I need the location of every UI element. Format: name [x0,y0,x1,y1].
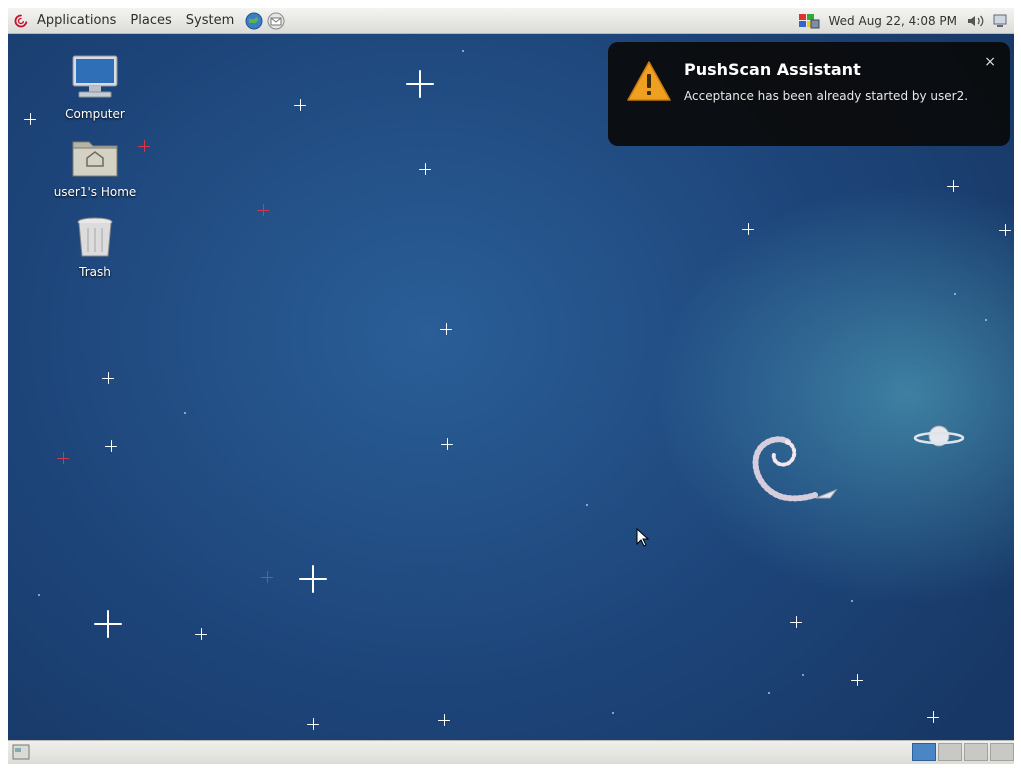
applications-menu[interactable]: Applications [30,8,123,34]
star-dot [954,293,956,295]
web-browser-icon[interactable] [245,12,263,30]
update-notifier-icon[interactable] [798,12,820,30]
mail-client-icon[interactable] [267,12,285,30]
notification-bubble[interactable]: PushScan Assistant Acceptance has been a… [608,42,1010,146]
star-decoration [57,452,69,464]
star-decoration [419,163,431,175]
star-decoration [999,224,1011,236]
star-decoration [195,628,207,640]
star-decoration [441,438,453,450]
star-decoration [102,372,114,384]
debian-logo-icon[interactable] [14,14,28,28]
places-menu[interactable]: Places [123,8,178,34]
volume-icon[interactable] [966,13,986,29]
notification-body: Acceptance has been already started by u… [684,89,969,103]
network-icon[interactable] [992,13,1008,29]
star-decoration [742,223,754,235]
star-dot [802,674,804,676]
bottom-panel [8,740,1014,764]
trash-icon [77,217,113,257]
star-decoration [257,204,269,216]
star-dot [851,600,853,602]
star-dot [184,412,186,414]
star-dot [586,504,588,506]
star-dot [462,50,464,52]
star-dot [612,712,614,714]
workspace-switcher [912,743,1014,761]
home-folder-icon [72,141,118,177]
workspace-1[interactable] [912,743,936,761]
show-desktop-icon[interactable] [12,744,30,760]
star-decoration [440,323,452,335]
computer-icon [72,55,118,98]
star-decoration [299,565,327,593]
desktop-icon-label: user1's Home [53,185,137,199]
system-menu[interactable]: System [179,8,241,34]
notification-title: PushScan Assistant [684,60,861,79]
star-decoration [307,718,319,730]
desktop-icon-trash[interactable]: Trash [50,214,140,279]
planet-decoration [913,425,965,447]
swirl-galaxy-decoration [752,436,838,502]
system-tray: Wed Aug 22, 4:08 PM [798,8,1014,34]
star-decoration [438,714,450,726]
workspace-4[interactable] [990,743,1014,761]
star-decoration [294,99,306,111]
top-panel: Applications Places System Wed Aug 22, 4… [8,8,1014,34]
star-dot [985,319,987,321]
star-decoration [94,610,122,638]
star-decoration [851,674,863,686]
workspace-2[interactable] [938,743,962,761]
close-icon[interactable]: × [984,54,996,70]
star-decoration [105,440,117,452]
mouse-cursor-icon [636,528,650,547]
star-decoration [261,571,273,583]
star-decoration [790,616,802,628]
warning-icon [627,61,671,101]
star-decoration [406,70,434,98]
star-dot [38,594,40,596]
workspace-3[interactable] [964,743,988,761]
desktop-icon-label: Computer [65,107,125,121]
star-decoration [947,180,959,192]
star-decoration [24,113,36,125]
desktop-icon-label: Trash [79,265,111,279]
star-decoration [927,711,939,723]
star-dot [768,692,770,694]
desktop-icon-home[interactable]: user1's Home [50,134,140,199]
clock[interactable]: Wed Aug 22, 4:08 PM [826,14,960,28]
desktop-icon-computer[interactable]: Computer [50,54,140,121]
star-decoration [138,140,150,152]
